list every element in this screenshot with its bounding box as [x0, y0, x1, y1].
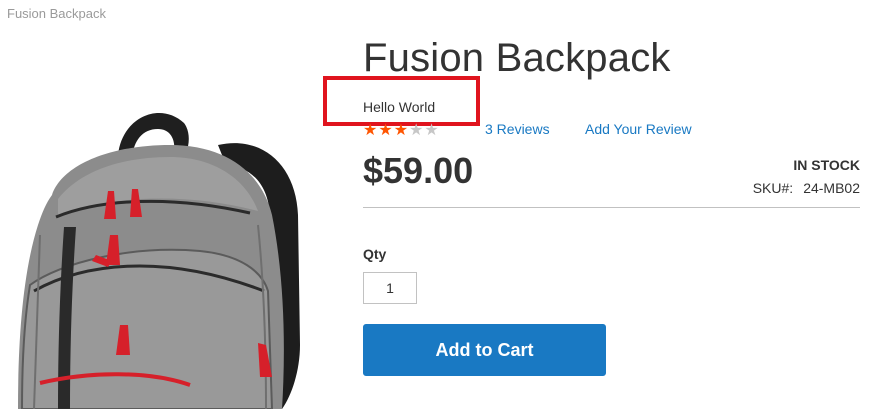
reviews-link[interactable]: 3 Reviews: [485, 121, 550, 137]
custom-text: Hello World: [363, 99, 436, 115]
add-to-cart-button[interactable]: Add to Cart: [363, 324, 606, 376]
product-price: $59.00: [363, 150, 474, 191]
star-empty-icon: ★: [409, 122, 425, 139]
sku-value: 24-MB02: [803, 180, 860, 196]
product-title: Fusion Backpack: [363, 36, 671, 80]
product-page: Fusion Backpack Fusion Backpack Hello Wo…: [0, 0, 872, 409]
qty-input[interactable]: [363, 272, 417, 304]
add-review-link[interactable]: Add Your Review: [585, 121, 692, 137]
star-filled-icon: ★: [363, 122, 379, 139]
qty-label: Qty: [363, 246, 387, 262]
breadcrumb[interactable]: Fusion Backpack: [7, 6, 106, 21]
star-filled-icon: ★: [378, 122, 394, 139]
star-filled-icon: ★: [393, 122, 410, 139]
star-empty-icon: ★: [424, 122, 440, 139]
sku-label: SKU#:: [752, 180, 794, 196]
product-image[interactable]: [0, 95, 330, 409]
divider: [363, 207, 860, 208]
sku: SKU#: 24-MB02: [753, 180, 860, 196]
rating-stars: ★★★★★: [363, 120, 440, 140]
stock-status: In stock: [793, 157, 860, 173]
